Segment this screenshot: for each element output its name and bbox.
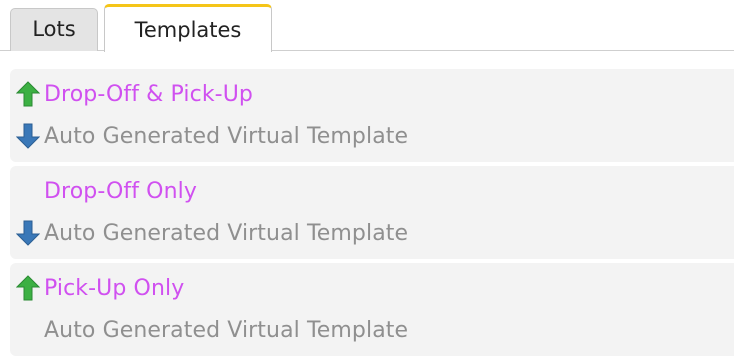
template-item-drop-off-pick-up[interactable]: Drop-Off & Pick-Up Auto Generated Virtua…: [10, 69, 734, 162]
template-subtitle: Auto Generated Virtual Template: [44, 123, 409, 149]
template-name-row[interactable]: Pick-Up Only: [10, 267, 734, 309]
template-item-drop-off-only[interactable]: Drop-Off Only Auto Generated Virtual Tem…: [10, 166, 734, 259]
template-name-row[interactable]: Drop-Off Only: [10, 170, 734, 212]
blue-down-arrow-icon: [12, 212, 44, 254]
template-item-pick-up-only[interactable]: Pick-Up Only Auto Generated Virtual Temp…: [10, 263, 734, 356]
tab-templates[interactable]: Templates: [104, 4, 272, 52]
tab-bar: Lots Templates: [0, 0, 734, 52]
template-subtitle-row: Auto Generated Virtual Template: [10, 115, 734, 157]
template-name-row[interactable]: Drop-Off & Pick-Up: [10, 73, 734, 115]
template-subtitle-row: Auto Generated Virtual Template: [10, 212, 734, 254]
template-name[interactable]: Drop-Off & Pick-Up: [44, 82, 253, 107]
green-up-arrow-icon: [12, 267, 44, 309]
template-subtitle: Auto Generated Virtual Template: [44, 317, 409, 343]
green-up-arrow-icon: [12, 73, 44, 115]
blue-down-arrow-icon: [12, 115, 44, 157]
template-subtitle-row: Auto Generated Virtual Template: [10, 309, 734, 351]
template-name[interactable]: Pick-Up Only: [44, 276, 184, 301]
template-name[interactable]: Drop-Off Only: [44, 179, 197, 204]
template-subtitle: Auto Generated Virtual Template: [44, 220, 409, 246]
tab-lots[interactable]: Lots: [10, 8, 98, 51]
template-list: Drop-Off & Pick-Up Auto Generated Virtua…: [10, 69, 734, 360]
